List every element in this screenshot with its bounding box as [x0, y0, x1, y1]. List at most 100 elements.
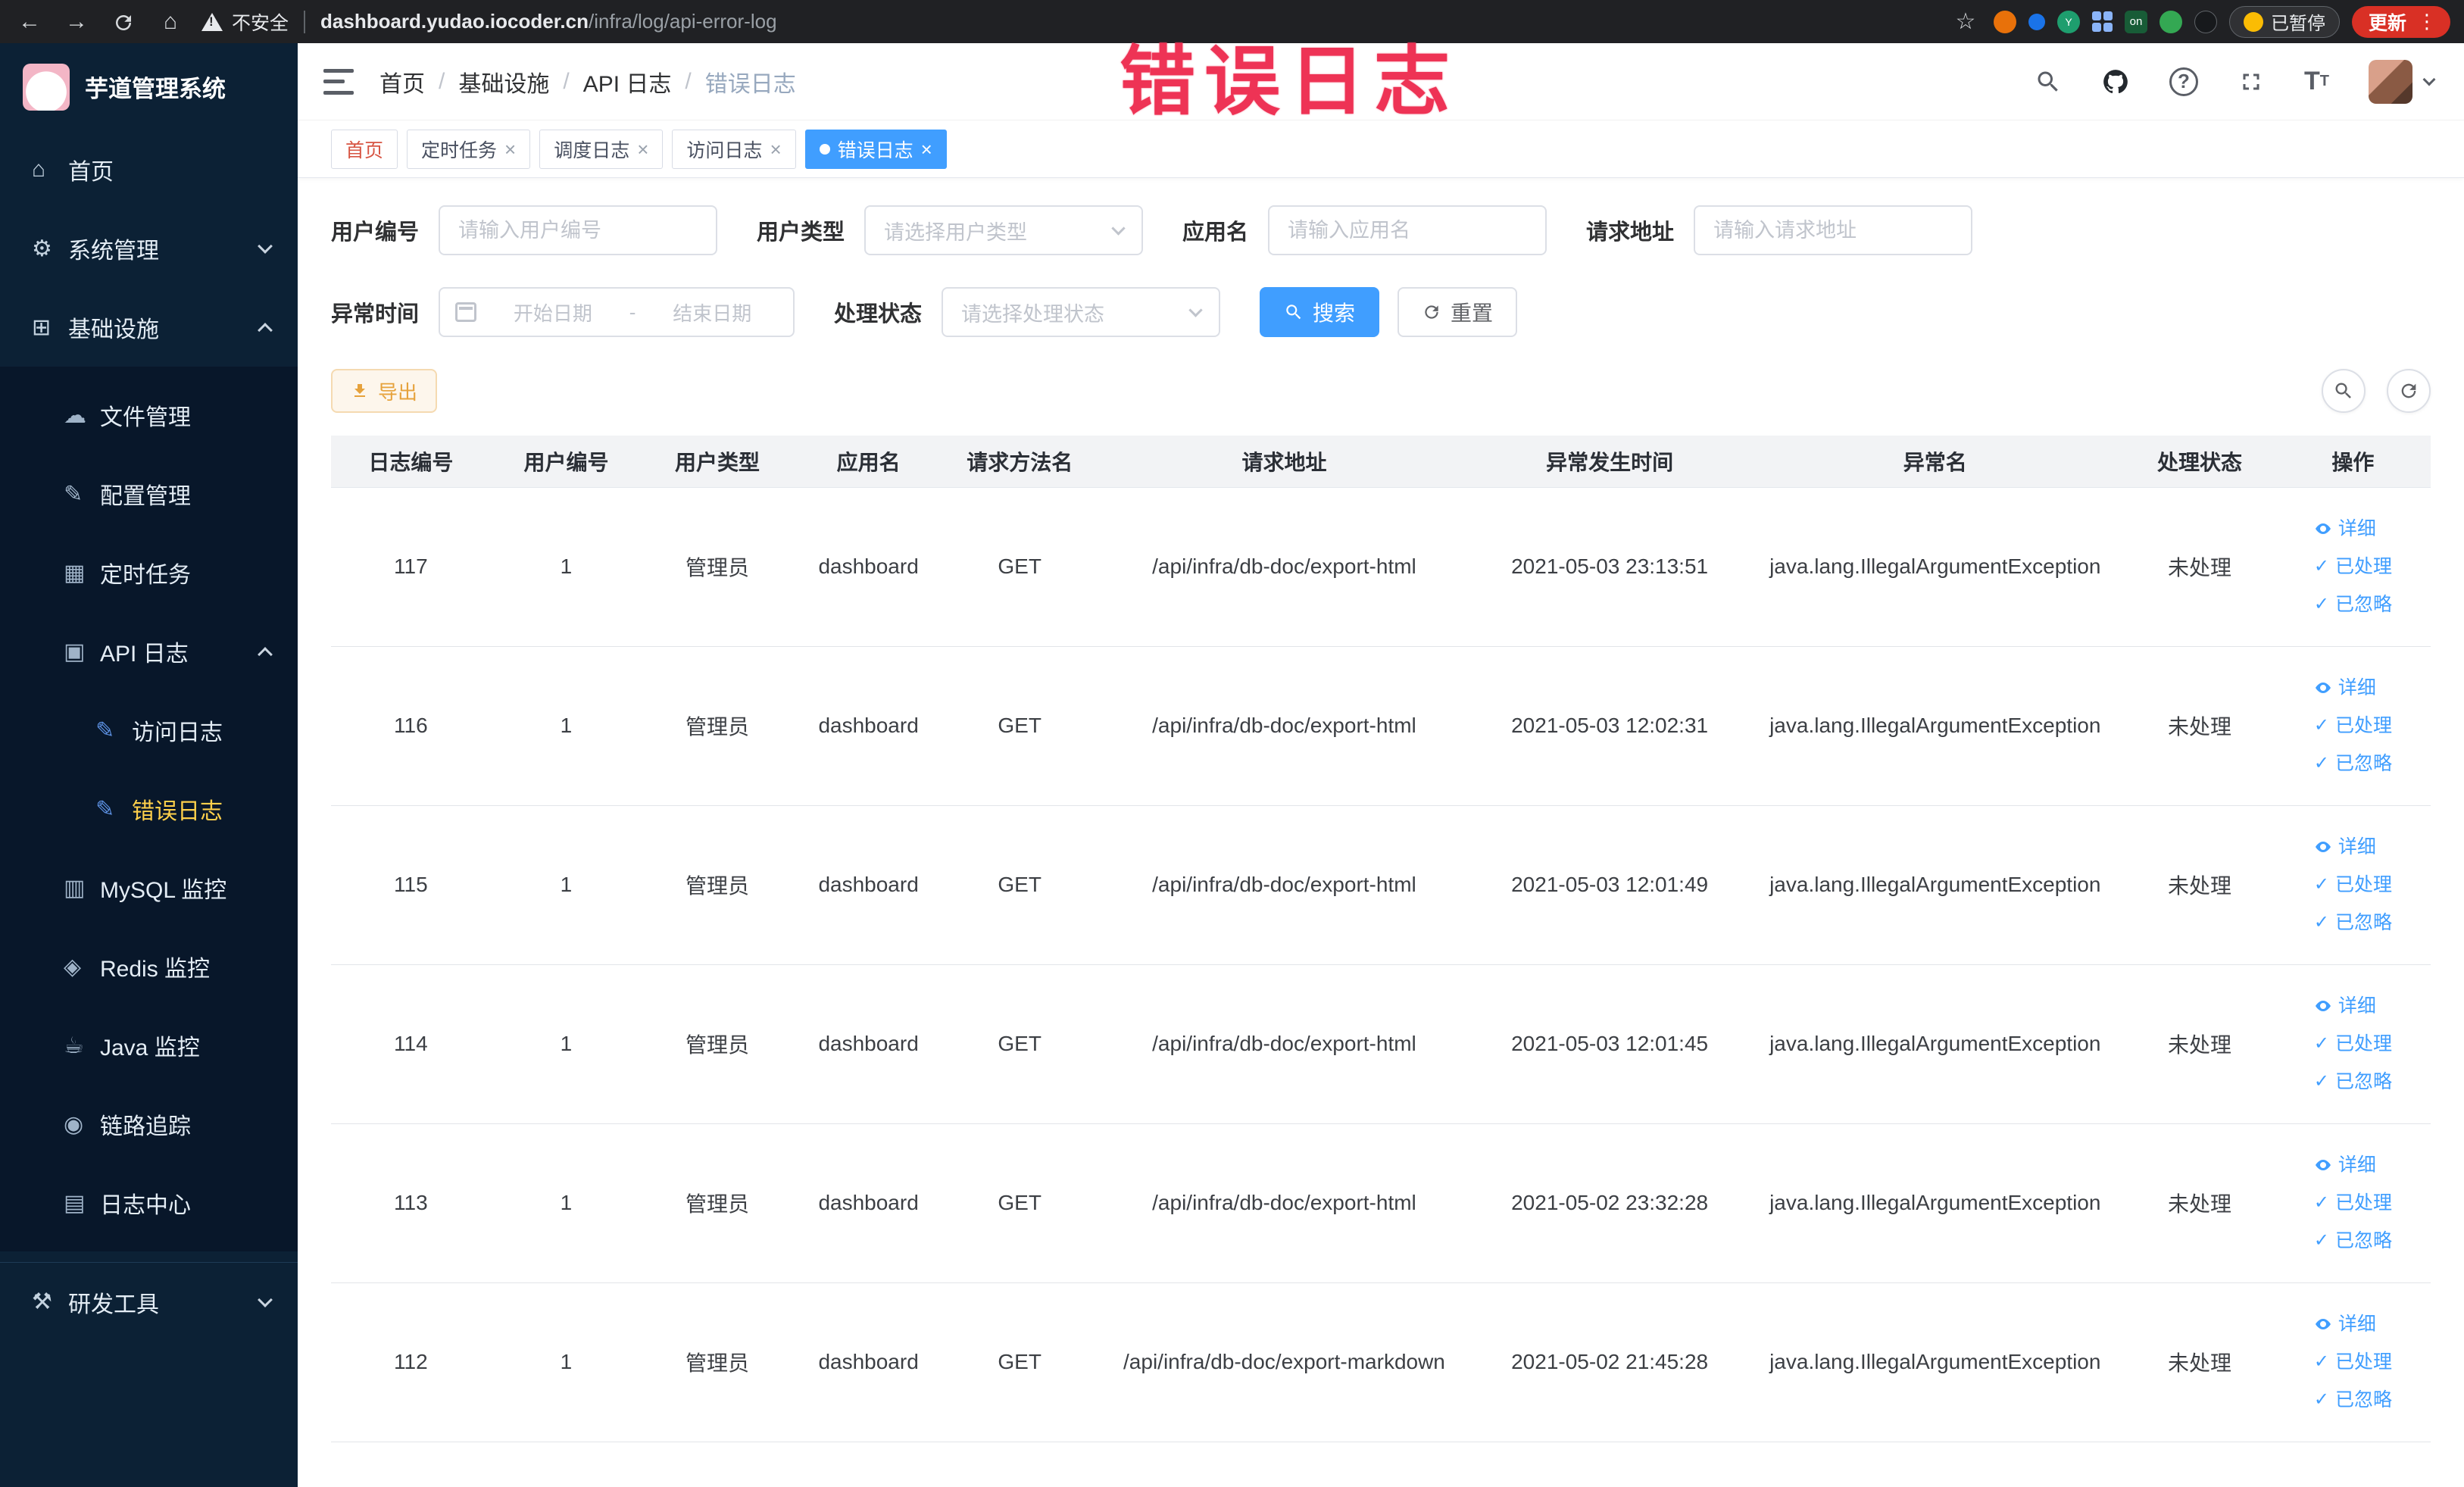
- fullscreen-icon[interactable]: [2238, 68, 2265, 95]
- ignored-link[interactable]: ✓ 已忽略: [2314, 904, 2392, 942]
- close-icon[interactable]: ×: [504, 139, 516, 159]
- sidebar-item-file-manage[interactable]: ☁ 文件管理: [0, 376, 298, 455]
- date-range-picker[interactable]: 开始日期 - 结束日期: [439, 287, 795, 337]
- reload-icon[interactable]: [108, 9, 139, 35]
- toggle-search-button[interactable]: [2322, 369, 2366, 413]
- ignored-link[interactable]: ✓ 已忽略: [2314, 745, 2392, 783]
- sidebar-item-scheduled-tasks[interactable]: ▦ 定时任务: [0, 533, 298, 612]
- detail-link[interactable]: 详细: [2314, 510, 2392, 548]
- process-status-select[interactable]: 请选择处理状态: [942, 287, 1221, 337]
- search-label: 搜索: [1313, 301, 1356, 325]
- processed-link[interactable]: ✓ 已处理: [2314, 866, 2392, 904]
- reset-button[interactable]: 重置: [1398, 287, 1518, 337]
- close-icon[interactable]: ×: [921, 139, 932, 159]
- sidebar-item-java-monitor[interactable]: ☕ Java 监控: [0, 1006, 298, 1085]
- navbar-actions: ? TT: [2035, 59, 2436, 104]
- sidebar-item-system[interactable]: ⚙ 系统管理: [0, 209, 298, 288]
- extension-icon[interactable]: Y: [2056, 10, 2080, 33]
- tab-home[interactable]: 首页: [331, 129, 398, 169]
- tab-scheduled-tasks[interactable]: 定时任务 ×: [407, 129, 531, 169]
- processed-link[interactable]: ✓ 已处理: [2314, 1025, 2392, 1063]
- ignored-link[interactable]: ✓ 已忽略: [2314, 586, 2392, 623]
- hamburger-icon[interactable]: [323, 68, 354, 95]
- app-name-input[interactable]: [1268, 205, 1547, 255]
- detail-link[interactable]: 详细: [2314, 1146, 2392, 1184]
- processed-label: 已处理: [2334, 1351, 2392, 1373]
- bookmark-star-icon[interactable]: ☆: [1950, 8, 1982, 35]
- sidebar-item-home[interactable]: ⌂ 首页: [0, 130, 298, 209]
- browser-toolbar: ← → ⌂ 不安全 dashboard.yudao.iocoder.cn/inf…: [0, 0, 2464, 43]
- paused-badge[interactable]: 已暂停: [2228, 5, 2340, 38]
- update-button[interactable]: 更新 ⋮: [2351, 5, 2450, 38]
- sidebar-logo[interactable]: 芋道管理系统: [0, 43, 298, 130]
- ignored-link[interactable]: ✓ 已忽略: [2314, 1063, 2392, 1101]
- sidebar-item-infra[interactable]: ⊞ 基础设施: [0, 288, 298, 367]
- security-indicator[interactable]: 不安全: [201, 8, 289, 36]
- help-icon[interactable]: ?: [2169, 67, 2198, 96]
- tab-error-log[interactable]: 错误日志 ×: [804, 129, 947, 169]
- detail-link[interactable]: 详细: [2314, 1305, 2392, 1343]
- breadcrumb-item[interactable]: 基础设施: [458, 65, 549, 98]
- extension-on-icon[interactable]: on: [2124, 10, 2147, 33]
- extension-icon[interactable]: [1993, 10, 2016, 33]
- extension-icon[interactable]: [2028, 13, 2045, 30]
- breadcrumb-item[interactable]: API 日志: [583, 65, 672, 98]
- sidebar-item-access-log[interactable]: ✎ 访问日志: [0, 691, 298, 770]
- processed-link[interactable]: ✓ 已处理: [2314, 548, 2392, 586]
- access-log-icon: ✎: [95, 717, 115, 743]
- extension-leaf-icon[interactable]: [2159, 10, 2182, 33]
- breadcrumb-item[interactable]: 首页: [379, 65, 425, 98]
- browser-home-icon[interactable]: ⌂: [155, 9, 186, 35]
- processed-link[interactable]: ✓ 已处理: [2314, 1343, 2392, 1381]
- processed-link[interactable]: ✓ 已处理: [2314, 707, 2392, 745]
- user-type-select[interactable]: 请选择用户类型: [864, 205, 1144, 255]
- sidebar-item-config-manage[interactable]: ✎ 配置管理: [0, 455, 298, 533]
- extension-grid-icon[interactable]: [2091, 11, 2113, 32]
- user-menu[interactable]: [2369, 59, 2436, 104]
- chevron-up-icon: [258, 647, 273, 662]
- sidebar-item-log-center[interactable]: ▤ 日志中心: [0, 1164, 298, 1242]
- browser-menu-icon[interactable]: ⋮: [2417, 10, 2437, 33]
- refresh-table-button[interactable]: [2387, 369, 2431, 413]
- tab-dispatch-log[interactable]: 调度日志 ×: [539, 129, 664, 169]
- table-toolbar: 导出: [331, 369, 2431, 413]
- search-button[interactable]: 搜索: [1260, 287, 1380, 337]
- font-size-icon[interactable]: TT: [2304, 67, 2329, 96]
- sidebar-item-api-log[interactable]: ▣ API 日志: [0, 612, 298, 691]
- detail-link[interactable]: 详细: [2314, 828, 2392, 866]
- sidebar-item-error-log[interactable]: ✎ 错误日志: [0, 770, 298, 848]
- back-icon[interactable]: ←: [14, 9, 45, 35]
- cell-user-id: 1: [490, 487, 642, 647]
- ignored-link[interactable]: ✓ 已忽略: [2314, 1222, 2392, 1260]
- close-icon[interactable]: ×: [770, 139, 781, 159]
- warning-icon: [201, 12, 223, 31]
- sidebar-item-trace[interactable]: ◉ 链路追踪: [0, 1085, 298, 1164]
- sidebar-item-mysql-monitor[interactable]: ▥ MySQL 监控: [0, 848, 298, 927]
- check-icon: ✓: [2313, 1033, 2329, 1054]
- col-user-id: 用户编号: [490, 436, 642, 488]
- cell-method: GET: [944, 805, 1095, 965]
- sidebar-item-devtools[interactable]: ⚒ 研发工具: [0, 1262, 298, 1341]
- ignored-label: 已忽略: [2334, 1389, 2392, 1410]
- app-title: 芋道管理系统: [85, 76, 226, 102]
- export-button[interactable]: 导出: [331, 369, 438, 413]
- forward-icon[interactable]: →: [61, 9, 92, 35]
- search-icon[interactable]: [2035, 68, 2062, 95]
- filter-label: 应用名: [1182, 220, 1249, 245]
- chevron-down-icon: [258, 239, 273, 254]
- request-url-input[interactable]: [1694, 205, 1973, 255]
- extension-paw-icon[interactable]: [2194, 10, 2217, 33]
- sidebar-item-redis-monitor[interactable]: ◈ Redis 监控: [0, 927, 298, 1006]
- detail-link[interactable]: 详细: [2314, 669, 2392, 707]
- check-icon: ✓: [2313, 594, 2329, 614]
- user-id-input[interactable]: [439, 205, 718, 255]
- github-icon[interactable]: [2101, 67, 2130, 96]
- detail-link[interactable]: 详细: [2314, 987, 2392, 1025]
- breadcrumb-separator: /: [563, 68, 570, 94]
- tab-access-log[interactable]: 访问日志 ×: [672, 129, 796, 169]
- cell-time: 2021-05-03 23:13:51: [1472, 487, 1747, 647]
- processed-link[interactable]: ✓ 已处理: [2314, 1184, 2392, 1222]
- address-bar[interactable]: dashboard.yudao.iocoder.cn/infra/log/api…: [320, 10, 1935, 33]
- close-icon[interactable]: ×: [637, 139, 648, 159]
- ignored-link[interactable]: ✓ 已忽略: [2314, 1381, 2392, 1419]
